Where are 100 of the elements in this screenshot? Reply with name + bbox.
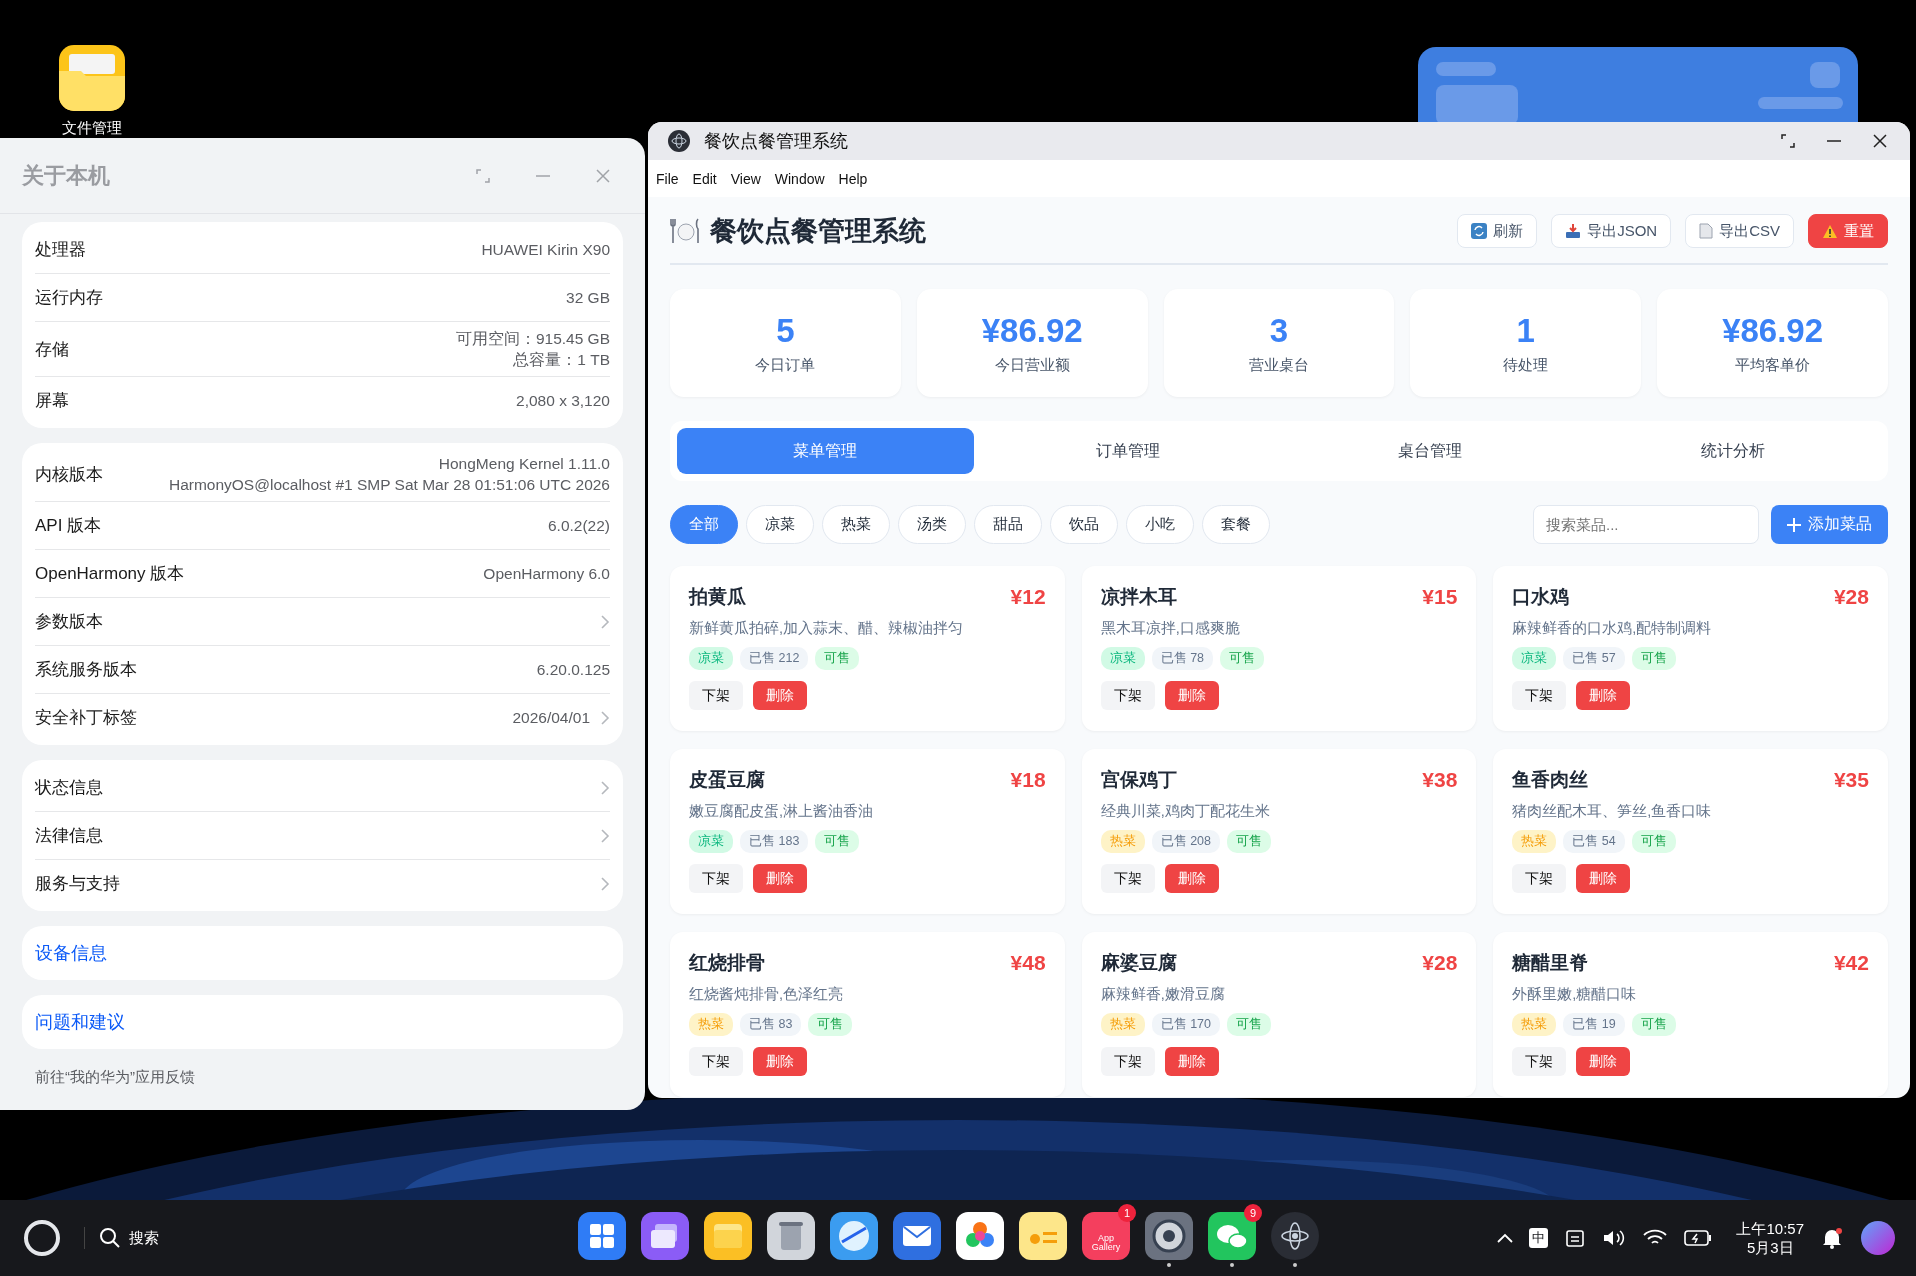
link-text[interactable]: 设备信息 [35,941,107,965]
home-icon[interactable] [22,1218,62,1258]
unlist-button[interactable]: 下架 [689,864,743,893]
unlist-button[interactable]: 下架 [689,1047,743,1076]
menu-item[interactable]: Edit [692,170,717,187]
setting-value: 2,080 x 3,120 [516,391,610,411]
stat-value: 3 [1269,311,1289,350]
chevron-icon [600,827,610,844]
photos-app-icon[interactable] [956,1212,1004,1260]
status-tag: 可售 [815,830,860,853]
filter-chip[interactable]: 全部 [670,505,738,544]
stat-value: 5 [776,311,795,350]
dish-name: 宫保鸡丁 [1100,768,1177,792]
input-method-indicator[interactable]: 中 [1529,1228,1549,1248]
search-icon [99,1227,121,1249]
sold-count-tag: 已售 83 [740,1013,802,1036]
setting-label: 内核版本 [35,463,104,486]
filter-chip[interactable]: 汤类 [898,505,966,544]
link-text[interactable]: 问题和建议 [35,1010,125,1034]
delete-button[interactable]: 删除 [753,864,807,893]
stat-value: 1 [1516,311,1535,350]
clipboard-icon[interactable] [1564,1228,1587,1248]
unlist-button[interactable]: 下架 [1100,681,1155,710]
setting-label: 状态信息 [35,777,104,799]
settings-app-icon[interactable] [1145,1212,1193,1260]
delete-button[interactable]: 删除 [1164,681,1219,710]
filter-chip[interactable]: 凉菜 [746,505,814,544]
dish-price: ¥28 [1833,585,1869,609]
maximize-icon[interactable] [1780,133,1796,149]
grid-app-icon[interactable] [578,1212,626,1260]
unlist-button[interactable]: 下架 [689,681,743,710]
dish-description: 麻辣鲜香的口水鸡,配特制调料 [1512,619,1713,638]
setting-value: 32 GB [566,288,610,308]
tab[interactable]: 菜单管理 [677,428,974,474]
setting-label: 法律信息 [35,825,104,847]
delete-button[interactable]: 删除 [1164,1047,1219,1076]
avatar-icon[interactable] [1860,1220,1896,1256]
setting-value: OpenHarmony 6.0 [483,564,610,584]
file-button[interactable]: 导出CSV [1685,214,1794,248]
menu-item[interactable]: View [730,170,761,187]
filter-chip[interactable]: 甜品 [974,505,1042,544]
dish-price: ¥38 [1422,768,1458,792]
dish-description: 嫩豆腐配皮蛋,淋上酱油香油 [689,802,875,821]
taskbar-search[interactable]: 搜索 [84,1227,159,1249]
delete-button[interactable]: 删除 [1576,1047,1631,1076]
unlist-button[interactable]: 下架 [1512,681,1567,710]
reset-button[interactable]: 重置 [1808,214,1888,248]
tab[interactable]: 订单管理 [979,428,1276,474]
close-icon[interactable] [1872,133,1888,149]
category-tag: 凉菜 [1512,647,1557,670]
stat-label: 今日营业额 [994,355,1070,375]
setting-value: HongMeng Kernel 1.11.0 [438,454,610,474]
page-heading: 餐饮点餐管理系统 [710,215,927,248]
browser-app-icon[interactable] [830,1212,878,1260]
folder-icon[interactable] [59,45,125,111]
caret-up-icon[interactable] [1497,1233,1514,1243]
filter-chip[interactable]: 热菜 [822,505,890,544]
setting-label: 处理器 [35,239,87,261]
unlist-button[interactable]: 下架 [1100,864,1155,893]
refresh-button[interactable]: 刷新 [1457,214,1538,248]
filter-chip[interactable]: 饮品 [1050,505,1118,544]
menu-item[interactable]: File [656,170,679,187]
menu-item[interactable]: Window [774,170,825,187]
dish-price: ¥48 [1010,951,1046,975]
volume-icon[interactable] [1602,1228,1627,1248]
dish-description: 经典川菜,鸡肉丁配花生米 [1100,802,1271,821]
clock-time[interactable]: 上午10:57 [1736,1219,1804,1238]
link-card[interactable]: 设备信息 [22,926,623,980]
battery-icon[interactable] [1684,1229,1713,1247]
delete-button[interactable]: 删除 [753,681,807,710]
link-card[interactable]: 问题和建议 [22,995,623,1049]
assistant-app-icon[interactable] [1271,1212,1319,1260]
unlist-button[interactable]: 下架 [1512,1047,1567,1076]
dish-name: 鱼香肉丝 [1512,768,1589,792]
delete-button[interactable]: 删除 [753,1047,807,1076]
tab[interactable]: 统计分析 [1584,428,1881,474]
tray-download-icon [1565,223,1582,239]
tab[interactable]: 桌台管理 [1282,428,1579,474]
clock-date[interactable]: 5月3日 [1746,1238,1794,1257]
unlist-button[interactable]: 下架 [1100,1047,1155,1076]
folder-app-icon[interactable] [704,1212,752,1260]
unlist-button[interactable]: 下架 [1512,864,1567,893]
setting-value: 6.20.0.125 [536,660,610,680]
setting-label: 服务与支持 [35,873,121,895]
delete-button[interactable]: 删除 [1164,864,1219,893]
dish-description: 麻辣鲜香,嫩滑豆腐 [1100,985,1226,1004]
notes-app-icon[interactable] [1019,1212,1067,1260]
add-button[interactable]: 添加菜品 [1771,505,1888,544]
dish-name: 凉拌木耳 [1100,585,1177,609]
mail-app-icon[interactable] [893,1212,941,1260]
search-field[interactable]: 搜索菜品... [1533,505,1759,544]
trash-app-icon[interactable] [767,1212,815,1260]
chevron-icon [600,875,610,892]
download-button[interactable]: 导出JSON [1551,214,1672,248]
filter-chip[interactable]: 小吃 [1126,505,1194,544]
filter-chip[interactable]: 套餐 [1202,505,1270,544]
delete-button[interactable]: 删除 [1576,864,1631,893]
windows-app-icon[interactable] [641,1212,689,1260]
menu-item[interactable]: Help [838,170,868,187]
delete-button[interactable]: 删除 [1576,681,1631,710]
